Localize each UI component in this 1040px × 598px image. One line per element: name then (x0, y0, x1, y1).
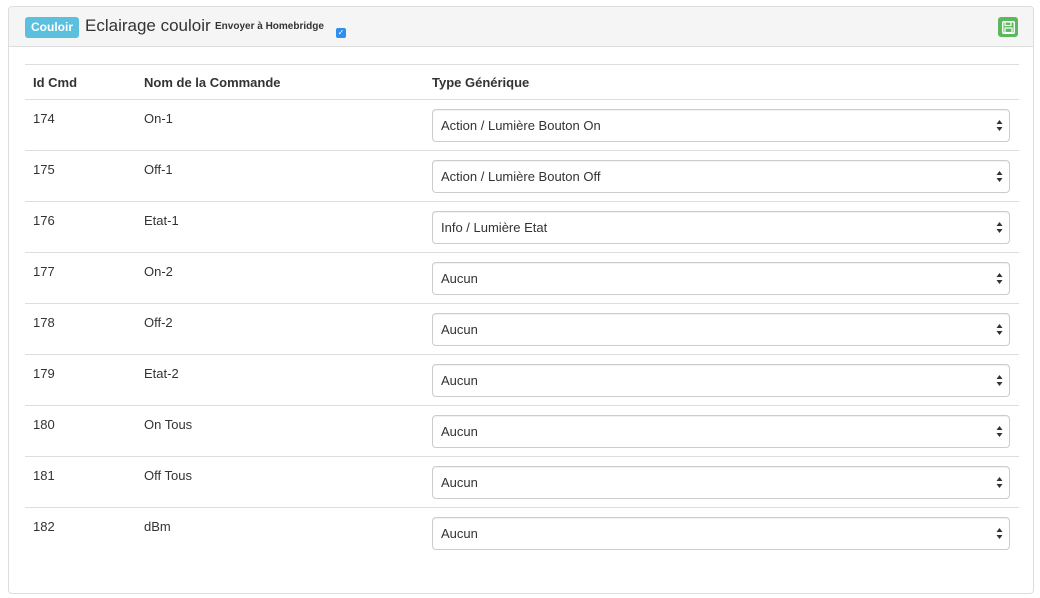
select-arrows-icon (996, 426, 1003, 437)
generic-type-select[interactable]: Action / Lumière Bouton On (432, 109, 1010, 142)
select-value: Aucun (441, 475, 478, 490)
select-arrows-icon (996, 375, 1003, 386)
check-icon: ✓ (337, 28, 345, 37)
generic-type-select[interactable]: Aucun (432, 313, 1010, 346)
cmd-id: 176 (25, 201, 136, 253)
cmd-id: 175 (25, 150, 136, 202)
select-arrows-icon (996, 324, 1003, 335)
generic-type-select[interactable]: Aucun (432, 517, 1010, 550)
cmd-id: 181 (25, 456, 136, 508)
cmd-name: On-2 (136, 252, 424, 304)
select-arrows-icon (996, 120, 1003, 131)
select-arrows-icon (996, 273, 1003, 284)
cmd-name: Off Tous (136, 456, 424, 508)
header-name: Nom de la Commande (136, 64, 424, 100)
select-value: Aucun (441, 424, 478, 439)
table-row: 182 dBm Aucun (25, 508, 1019, 559)
cmd-type-cell: Aucun (424, 303, 1019, 355)
cmd-name: Etat-1 (136, 201, 424, 253)
equipment-panel: Couloir Eclairage couloir Envoyer à Home… (8, 6, 1034, 594)
cmd-type-cell: Action / Lumière Bouton On (424, 99, 1019, 151)
generic-type-select[interactable]: Info / Lumière Etat (432, 211, 1010, 244)
floppy-disk-icon (1001, 20, 1015, 34)
table-row: 179 Etat-2 Aucun (25, 354, 1019, 406)
select-value: Action / Lumière Bouton On (441, 118, 601, 133)
cmd-type-cell: Action / Lumière Bouton Off (424, 150, 1019, 202)
generic-type-select[interactable]: Action / Lumière Bouton Off (432, 160, 1010, 193)
generic-type-select[interactable]: Aucun (432, 466, 1010, 499)
cmd-id: 179 (25, 354, 136, 406)
table-row: 178 Off-2 Aucun (25, 303, 1019, 355)
send-homebridge-checkbox[interactable]: ✓ (336, 28, 346, 38)
header-type: Type Générique (424, 64, 1019, 100)
generic-type-select[interactable]: Aucun (432, 364, 1010, 397)
select-value: Action / Lumière Bouton Off (441, 169, 601, 184)
table-row: 180 On Tous Aucun (25, 405, 1019, 457)
cmd-id: 182 (33, 519, 55, 534)
cmd-name: dBm (144, 519, 171, 534)
generic-type-select[interactable]: Aucun (432, 415, 1010, 448)
cmd-name: Etat-2 (136, 354, 424, 406)
cmd-type-cell: Aucun (424, 252, 1019, 304)
table-row: 176 Etat-1 Info / Lumière Etat (25, 201, 1019, 253)
room-badge: Couloir (25, 17, 79, 38)
table-row: 174 On-1 Action / Lumière Bouton On (25, 99, 1019, 151)
cmd-type-cell: Aucun (424, 456, 1019, 508)
cmd-type-cell: Info / Lumière Etat (424, 201, 1019, 253)
cmd-type-cell: Aucun (424, 508, 1019, 559)
cmd-name: On Tous (136, 405, 424, 457)
table-row: 177 On-2 Aucun (25, 252, 1019, 304)
select-value: Info / Lumière Etat (441, 220, 548, 235)
cmd-name: On-1 (136, 99, 424, 151)
table-row: 181 Off Tous Aucun (25, 456, 1019, 508)
generic-type-select[interactable]: Aucun (432, 262, 1010, 295)
select-arrows-icon (996, 477, 1003, 488)
save-button[interactable] (998, 17, 1018, 37)
header-id: Id Cmd (25, 64, 136, 100)
cmd-id: 174 (25, 99, 136, 151)
cmd-id: 180 (25, 405, 136, 457)
select-value: Aucun (441, 373, 478, 388)
select-arrows-icon (996, 528, 1003, 539)
select-arrows-icon (996, 222, 1003, 233)
cmd-type-cell: Aucun (424, 354, 1019, 406)
commands-table: Id Cmd Nom de la Commande Type Générique… (25, 64, 1019, 559)
select-value: Aucun (441, 322, 478, 337)
cmd-id: 178 (25, 303, 136, 355)
equipment-name: Eclairage couloir (85, 16, 211, 35)
select-arrows-icon (996, 171, 1003, 182)
send-homebridge-label: Envoyer à Homebridge (215, 21, 324, 32)
cmd-id: 177 (25, 252, 136, 304)
cmd-type-cell: Aucun (424, 405, 1019, 457)
cmd-name: Off-2 (136, 303, 424, 355)
select-value: Aucun (441, 526, 478, 541)
table-row: 175 Off-1 Action / Lumière Bouton Off (25, 150, 1019, 202)
table-header-row: Id Cmd Nom de la Commande Type Générique (25, 64, 1019, 100)
panel-heading: Couloir Eclairage couloir Envoyer à Home… (9, 7, 1033, 47)
cmd-name: Off-1 (136, 150, 424, 202)
select-value: Aucun (441, 271, 478, 286)
